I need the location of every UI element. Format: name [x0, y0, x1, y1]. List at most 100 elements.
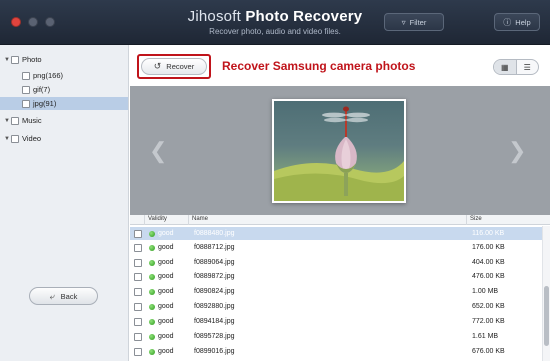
table-row[interactable]: good f0888712.jpg 176.00 KB [130, 241, 542, 254]
column-header-name[interactable]: Name [192, 216, 208, 222]
row-checkbox[interactable] [134, 229, 142, 238]
size-cell: 1.00 MB [472, 287, 499, 295]
status-good-icon [149, 348, 155, 355]
table-row[interactable]: good f0892880.jpg 652.00 KB [130, 300, 542, 313]
list-view-icon[interactable]: ☰ [517, 60, 539, 74]
headline-annotation: Recover Samsung camera photos [222, 59, 416, 73]
sidebar-item-label: gif(7) [33, 85, 51, 94]
video-checkbox[interactable] [11, 134, 19, 143]
sidebar-item-label: Music [22, 116, 42, 125]
size-cell: 116.00 KB [472, 229, 505, 237]
scrollbar-thumb[interactable] [544, 286, 549, 346]
validity-cell: good [158, 302, 174, 310]
table-row[interactable]: good f0894184.jpg 772.00 KB [130, 315, 542, 328]
validity-cell: good [158, 272, 174, 280]
view-toggle[interactable]: ▦ ☰ [493, 59, 539, 75]
status-good-icon [149, 273, 155, 280]
help-button[interactable]: ⓘ Help [494, 13, 540, 31]
filter-button-label: Filter [409, 17, 427, 27]
size-cell: 676.00 KB [472, 347, 505, 355]
column-separator [188, 215, 189, 225]
row-checkbox[interactable] [134, 332, 142, 341]
size-cell: 476.00 KB [472, 272, 505, 280]
previous-arrow-icon[interactable]: ❮ [149, 138, 167, 164]
disclosure-triangle-icon[interactable]: ▼ [3, 57, 11, 63]
table-row[interactable]: good f0899016.jpg 676.00 KB [130, 345, 542, 358]
status-good-icon [149, 230, 155, 237]
recover-button[interactable]: ↺ Recover [141, 58, 207, 75]
sidebar: ▼ Photo png(166) gif(7) jpg(91) ▼ Music … [0, 45, 129, 361]
gif-checkbox[interactable] [22, 85, 30, 94]
size-cell: 1.61 MB [472, 332, 499, 340]
size-cell: 404.00 KB [472, 258, 505, 266]
column-header-validity[interactable]: Validity [148, 216, 167, 222]
status-good-icon [149, 244, 155, 251]
filename-cell: f0899016.jpg [194, 347, 235, 355]
next-arrow-icon[interactable]: ❯ [508, 138, 526, 164]
row-checkbox[interactable] [134, 302, 142, 311]
sidebar-item-gif[interactable]: gif(7) [0, 83, 128, 96]
sidebar-item-jpg[interactable]: jpg(91) [0, 97, 128, 110]
status-good-icon [149, 259, 155, 266]
music-checkbox[interactable] [11, 116, 19, 125]
filename-cell: f0888480.jpg [194, 229, 235, 237]
filename-cell: f0889872.jpg [194, 272, 235, 280]
validity-cell: good [158, 347, 174, 355]
validity-cell: good [158, 287, 174, 295]
size-cell: 652.00 KB [472, 302, 505, 310]
row-checkbox[interactable] [134, 243, 142, 252]
filename-cell: f0894184.jpg [194, 317, 235, 325]
sidebar-item-label: Video [22, 134, 42, 143]
disclosure-triangle-icon[interactable]: ▼ [3, 136, 11, 142]
table-row[interactable]: good f0889872.jpg 476.00 KB [130, 270, 542, 283]
back-button-label: Back [60, 291, 78, 301]
restore-icon: ↺ [153, 61, 162, 71]
row-checkbox[interactable] [134, 317, 142, 326]
sidebar-item-label: Photo [22, 55, 42, 64]
sidebar-item-photo[interactable]: ▼ Photo [0, 53, 128, 66]
size-cell: 176.00 KB [472, 243, 505, 251]
app-title-brand: Jihosoft [187, 8, 241, 25]
validity-cell: good [158, 229, 174, 237]
app-subtitle: Recover photo, audio and video files. [209, 27, 341, 36]
status-good-icon [149, 303, 155, 310]
column-separator [144, 215, 145, 225]
back-arrow-icon: ⤶ [49, 290, 55, 301]
photo-checkbox[interactable] [11, 55, 19, 64]
recover-button-highlight: ↺ Recover [137, 54, 211, 79]
funnel-icon: ▿ [401, 17, 406, 27]
lotus-bud-dragonfly-image [274, 106, 404, 201]
status-good-icon [149, 288, 155, 295]
table-row[interactable]: good f0890824.jpg 1.00 MB [130, 285, 542, 298]
table-scrollbar[interactable] [542, 226, 550, 361]
filename-cell: f0892880.jpg [194, 302, 235, 310]
filename-cell: f0888712.jpg [194, 243, 235, 251]
column-header-size[interactable]: Size [470, 216, 482, 222]
column-separator [466, 215, 467, 225]
table-row[interactable]: good f0895728.jpg 1.61 MB [130, 330, 542, 343]
png-checkbox[interactable] [22, 71, 30, 80]
sidebar-item-music[interactable]: ▼ Music [0, 114, 128, 127]
row-checkbox[interactable] [134, 287, 142, 296]
filter-button[interactable]: ▿ Filter [384, 13, 444, 31]
table-row[interactable]: good f0888480.jpg 116.00 KB [130, 227, 542, 240]
photo-preview [272, 99, 406, 203]
row-checkbox[interactable] [134, 258, 142, 267]
question-icon: ⓘ [503, 17, 512, 27]
status-good-icon [149, 333, 155, 340]
title-bar: Jihosoft Photo Recovery Recover photo, a… [0, 0, 550, 45]
back-button[interactable]: ⤶ Back [29, 287, 98, 305]
file-table-header: Validity Name Size [130, 215, 550, 225]
sidebar-item-video[interactable]: ▼ Video [0, 132, 128, 145]
row-checkbox[interactable] [134, 347, 142, 356]
jpg-checkbox[interactable] [22, 99, 30, 108]
grid-view-icon[interactable]: ▦ [494, 60, 517, 74]
row-checkbox[interactable] [134, 272, 142, 281]
table-row[interactable]: good f0889064.jpg 404.00 KB [130, 256, 542, 269]
sidebar-item-png[interactable]: png(166) [0, 69, 128, 82]
validity-cell: good [158, 317, 174, 325]
help-button-label: Help [515, 17, 531, 27]
app-title: Jihosoft Photo Recovery [0, 8, 550, 25]
recover-button-label: Recover [166, 62, 195, 71]
disclosure-triangle-icon[interactable]: ▼ [3, 118, 11, 124]
